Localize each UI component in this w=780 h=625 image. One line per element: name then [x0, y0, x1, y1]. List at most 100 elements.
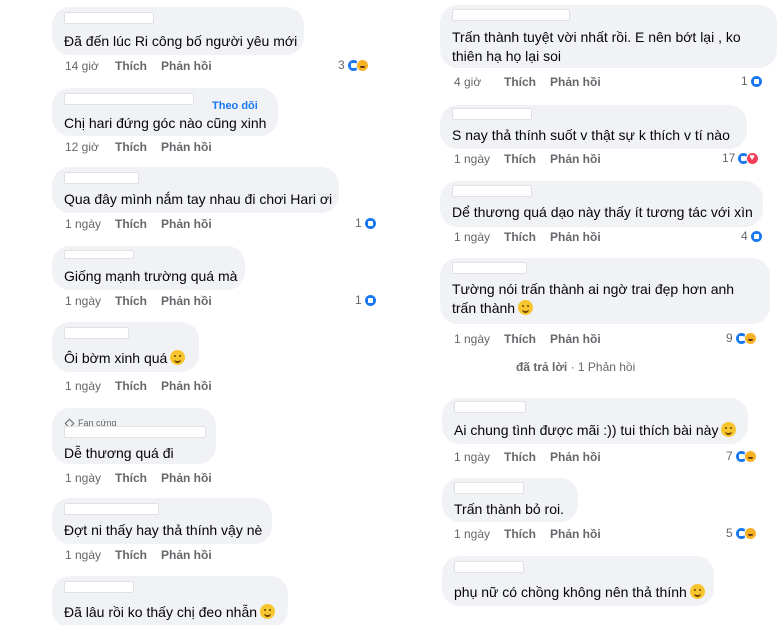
comment-bubble: Qua đây mình nắm tay nhau đi chơi Hari ơ… — [52, 167, 339, 213]
comment-text-content: Đã lâu rồi ko thấy chị đeo nhẫn — [64, 604, 258, 620]
comment-time[interactable]: 1 ngày — [454, 152, 504, 166]
wow-icon — [743, 526, 757, 540]
comment-bubble: Trấn thành bỏ roi. — [442, 478, 578, 522]
like-link[interactable]: Thích — [504, 332, 550, 346]
comment-time[interactable]: 1 ngày — [65, 294, 115, 308]
commenter-name-redacted — [64, 12, 154, 24]
reply-link[interactable]: Phản hồi — [161, 140, 212, 154]
emoji-icon — [518, 300, 534, 315]
comment-time[interactable]: 1 ngày — [454, 450, 504, 464]
emoji-icon — [260, 604, 276, 619]
comment-text: Dễ thương quá đi — [64, 445, 174, 461]
comment-text: Đã đến lúc Ri công bố người yêu mới — [64, 33, 298, 49]
like-icon — [363, 216, 377, 230]
reaction-count-number: 5 — [726, 526, 733, 540]
like-link[interactable]: Thích — [115, 471, 161, 485]
commenter-name-redacted — [64, 250, 134, 259]
reply-link[interactable]: Phản hồi — [550, 152, 601, 166]
like-link[interactable]: Thích — [504, 75, 550, 89]
like-link[interactable]: Thích — [504, 152, 550, 166]
reply-link[interactable]: Phản hồi — [161, 379, 212, 393]
comment-actions: 1 ngày Thích Phản hồi — [65, 379, 212, 393]
haha-icon — [743, 449, 757, 463]
reply-link[interactable]: Phản hồi — [550, 450, 601, 464]
reaction-count-number: 7 — [726, 449, 733, 463]
comment-bubble: Tường nói trấn thành ai ngờ trai đẹp hơn… — [440, 258, 770, 324]
reaction-count-number: 9 — [726, 331, 733, 345]
like-link[interactable]: Thích — [115, 59, 161, 73]
comment-time[interactable]: 1 ngày — [65, 217, 115, 231]
comment-time[interactable]: 1 ngày — [454, 332, 504, 346]
like-link[interactable]: Thích — [115, 294, 161, 308]
comment-time[interactable]: 1 ngày — [65, 471, 115, 485]
commenter-name-redacted — [64, 581, 134, 593]
comment-bubble: Giống mạnh trường quá mà — [52, 246, 245, 290]
comment-time[interactable]: 1 ngày — [65, 548, 115, 562]
comment-bubble: Ôi bờm xinh quá — [52, 322, 199, 372]
comment-text: Đợt ni thấy hay thả thính vậy nè — [64, 522, 263, 538]
comment-text-content: Tường nói trấn thành ai ngờ trai đẹp hơn… — [452, 281, 735, 316]
comment-actions: 1 ngày Thích Phản hồi — [454, 230, 601, 244]
reaction-count[interactable]: 3 — [338, 58, 369, 72]
reply-link[interactable]: Phản hồi — [161, 548, 212, 562]
reply-link[interactable]: Phản hồi — [161, 59, 212, 73]
comment-actions: 1 ngày Thích Phản hồi — [454, 527, 601, 541]
reaction-count[interactable]: 1 — [355, 293, 377, 307]
comment-actions: 1 ngày Thích Phản hồi — [65, 548, 212, 562]
reaction-count[interactable]: 9 — [726, 331, 757, 345]
reaction-count-number: 1 — [355, 293, 362, 307]
comment-bubble: phụ nữ có chồng không nên thả thính — [442, 556, 714, 606]
reaction-count[interactable]: 17 — [722, 151, 760, 165]
comment-bubble: Dể thương quá dạo này thấy ít tương tác … — [440, 181, 763, 227]
comment-time[interactable]: 4 giờ — [454, 75, 504, 89]
reaction-count[interactable]: 1 — [355, 216, 377, 230]
comment-time[interactable]: 1 ngày — [65, 379, 115, 393]
comment-text: Qua đây mình nắm tay nhau đi chơi Hari ơ… — [64, 191, 333, 207]
comment-text: Giống mạnh trường quá mà — [64, 268, 238, 284]
like-link[interactable]: Thích — [115, 548, 161, 562]
comment-time[interactable]: 14 giờ — [65, 59, 115, 73]
reply-summary[interactable]: đã trả lời · 1 Phản hồi — [516, 360, 635, 374]
comment-actions: 4 giờ Thích Phản hồi — [454, 75, 601, 89]
commenter-name-redacted — [64, 503, 159, 515]
reply-link[interactable]: Phản hồi — [161, 294, 212, 308]
comment-time[interactable]: 1 ngày — [454, 230, 504, 244]
comment-text: Trấn thành tuyệt vời nhất rồi. E nên bớt… — [452, 29, 741, 64]
reply-link[interactable]: Phản hồi — [550, 230, 601, 244]
comment-actions: 1 ngày Thích Phản hồi — [454, 450, 601, 464]
comment-text: phụ nữ có chồng không nên thả thính — [454, 583, 705, 602]
like-link[interactable]: Thích — [115, 217, 161, 231]
reply-link[interactable]: Phản hồi — [550, 332, 601, 346]
commenter-name-redacted — [64, 93, 194, 105]
comment-bubble: Đã lâu rồi ko thấy chị đeo nhẫn — [52, 576, 288, 625]
reply-link[interactable]: Phản hồi — [550, 75, 601, 89]
comment-time[interactable]: 12 giờ — [65, 140, 115, 154]
like-link[interactable]: Thích — [504, 450, 550, 464]
comment-bubble: Ai chung tình được mãi :)) tui thích bài… — [442, 398, 748, 444]
comment-text-content: Ai chung tình được mãi :)) tui thích bài… — [454, 422, 719, 438]
comment-actions: 1 ngày Thích Phản hồi — [65, 217, 212, 231]
reply-link[interactable]: Phản hồi — [550, 527, 601, 541]
reaction-count-number: 3 — [338, 58, 345, 72]
comment-actions: 1 ngày Thích Phản hồi — [454, 332, 601, 346]
like-link[interactable]: Thích — [115, 379, 161, 393]
commenter-name-redacted — [452, 9, 570, 21]
reaction-count[interactable]: 5 — [726, 526, 757, 540]
reaction-count[interactable]: 4 — [741, 229, 763, 243]
reaction-count-number: 4 — [741, 229, 748, 243]
comment-text: Chị hari đứng góc nào cũng xinh — [64, 115, 267, 131]
comment-time[interactable]: 1 ngày — [454, 527, 504, 541]
reaction-count[interactable]: 1 — [741, 74, 763, 88]
comment-bubble: Trấn thành tuyệt vời nhất rồi. E nên bớt… — [440, 5, 777, 68]
commenter-name-redacted — [64, 426, 206, 438]
comment-text: Ôi bờm xinh quá — [64, 349, 187, 368]
reaction-count[interactable]: 7 — [726, 449, 757, 463]
comment-actions: 1 ngày Thích Phản hồi — [65, 294, 212, 308]
like-link[interactable]: Thích — [504, 230, 550, 244]
like-link[interactable]: Thích — [504, 527, 550, 541]
reply-link[interactable]: Phản hồi — [161, 471, 212, 485]
reply-link[interactable]: Phản hồi — [161, 217, 212, 231]
like-link[interactable]: Thích — [115, 140, 161, 154]
comment-text: Dể thương quá dạo này thấy ít tương tác … — [452, 204, 753, 220]
commenter-name-redacted — [454, 401, 526, 413]
